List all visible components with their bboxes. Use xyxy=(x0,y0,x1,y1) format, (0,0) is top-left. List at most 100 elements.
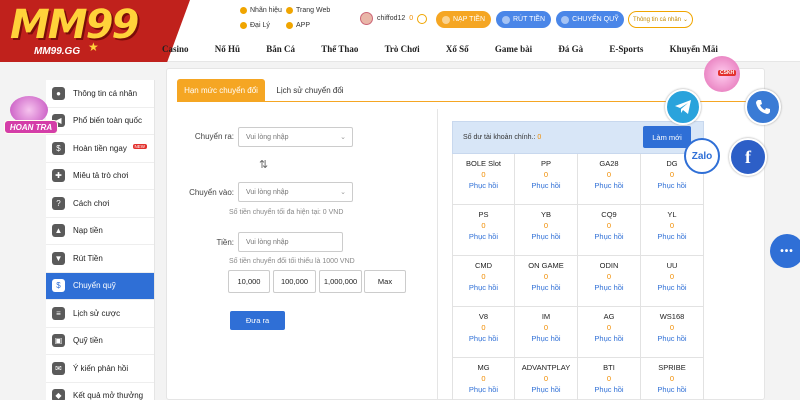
tab-transfer-history[interactable]: Lịch sử chuyển đổi xyxy=(275,79,345,101)
sidebar-item-feedback[interactable]: ✉ Ý kiến phản hồi xyxy=(46,355,154,383)
sidebar-item-howto[interactable]: ? Cách chơi xyxy=(46,190,154,218)
nav-casino[interactable]: Casino xyxy=(160,44,191,60)
deposit-button[interactable]: NẠP TIỀN xyxy=(436,11,491,28)
quick-link-brand[interactable]: Nhãn hiệu xyxy=(240,7,282,14)
recover-link[interactable]: Phục hồi xyxy=(469,181,498,190)
sidebar-item-bet-history[interactable]: ≡ Lịch sử cược xyxy=(46,300,154,328)
deposit-icon: ▲ xyxy=(52,224,65,238)
nav-tro-choi[interactable]: Trò Chơi xyxy=(383,44,422,60)
provider-grid: BOLE Slot 0 Phục hồi PP 0 Phục hồi GA28 0 Phục… xyxy=(452,154,704,400)
recover-link[interactable]: Phục hồi xyxy=(594,232,623,241)
provider-cell: V8 0 Phục hồi xyxy=(452,307,515,358)
quick-link-app[interactable]: APP xyxy=(286,22,310,29)
chevron-down-icon: ⌄ xyxy=(340,134,346,141)
from-select[interactable]: Vui lòng nhập ⌄ xyxy=(238,127,353,147)
quick-link-agent[interactable]: Đại Lý xyxy=(240,22,270,29)
quick-link-website[interactable]: Trang Web xyxy=(286,7,330,14)
withdraw-icon xyxy=(501,15,510,24)
main-nav: Casino Nổ Hũ Bắn Cá Thể Thao Trò Chơi Xổ… xyxy=(160,44,720,60)
chevron-down-icon: ⌄ xyxy=(683,17,689,23)
result-icon: ◆ xyxy=(52,389,65,400)
sidebar-item-deposit[interactable]: ▲ Nạp tiền xyxy=(46,218,154,245)
sidebar-item-transfer[interactable]: $ Chuyển quỹ xyxy=(46,272,154,300)
provider-cell: AG 0 Phục hồi xyxy=(578,307,641,358)
history-icon: ≡ xyxy=(52,306,65,320)
recover-link[interactable]: Phục hồi xyxy=(657,334,686,343)
profile-dropdown[interactable]: Thông tin cá nhân ⌄ xyxy=(628,11,693,28)
withdraw-button[interactable]: RÚT TIỀN xyxy=(496,11,551,28)
provider-cell: BOLE Slot 0 Phục hồi xyxy=(452,154,515,205)
recover-link[interactable]: Phục hồi xyxy=(531,385,560,394)
refresh-button[interactable]: Làm mới xyxy=(643,126,691,148)
provider-cell: YL 0 Phục hồi xyxy=(641,205,704,256)
cashback-promo-badge[interactable]: HOAN TRA xyxy=(4,96,58,138)
nav-no-hu[interactable]: Nổ Hũ xyxy=(213,44,242,60)
provider-cell: PS 0 Phục hồi xyxy=(452,205,515,256)
balance-label: Số dư tài khoản chính.: xyxy=(463,134,538,141)
sidebar: ● Thông tin cá nhân ◀ Phổ biến toàn quốc $… xyxy=(46,80,155,400)
sidebar-item-wallet[interactable]: ▣ Quỹ tiền xyxy=(46,328,154,355)
nav-game-bai[interactable]: Game bài xyxy=(493,44,534,60)
avatar[interactable] xyxy=(360,12,373,25)
recover-link[interactable]: Phục hồi xyxy=(594,334,623,343)
provider-cell: CMD 0 Phục hồi xyxy=(452,256,515,307)
sidebar-item-withdraw[interactable]: ▼ Rút Tiền xyxy=(46,245,154,273)
recover-link[interactable]: Phục hồi xyxy=(657,283,686,292)
refresh-icon[interactable] xyxy=(417,13,428,24)
provider-cell: MG 0 Phục hồi xyxy=(452,358,515,400)
facebook-button[interactable]: f xyxy=(729,138,767,176)
sidebar-item-announcement[interactable]: ◀ Phổ biến toàn quốc xyxy=(46,108,154,135)
transfer-button[interactable]: CHUYỂN QUỸ xyxy=(556,11,624,28)
user-info[interactable]: chiffod12 0 xyxy=(360,12,428,25)
provider-cell: ADVANTPLAY 0 Phục hồi xyxy=(515,358,578,400)
nav-esports[interactable]: E-Sports xyxy=(607,44,645,60)
recover-link[interactable]: Phục hồi xyxy=(531,283,560,292)
amount-10000-button[interactable]: 10,000 xyxy=(228,270,270,293)
recover-link[interactable]: Phục hồi xyxy=(657,181,686,190)
nav-ban-ca[interactable]: Bắn Cá xyxy=(264,44,297,60)
recover-link[interactable]: Phục hồi xyxy=(531,181,560,190)
crown-icon xyxy=(240,7,247,14)
provider-cell: PP 0 Phục hồi xyxy=(515,154,578,205)
submit-button[interactable]: Đưa ra xyxy=(230,311,285,330)
provider-cell: YB 0 Phục hồi xyxy=(515,205,578,256)
zalo-button[interactable]: Zalo xyxy=(684,138,720,174)
help-icon: ? xyxy=(52,196,65,210)
sidebar-item-game-desc[interactable]: ✚ Miêu tả trò chơi xyxy=(46,163,154,190)
recover-link[interactable]: Phục hồi xyxy=(594,181,623,190)
star-icon: ★ xyxy=(88,40,99,54)
amount-100000-button[interactable]: 100,000 xyxy=(273,270,316,293)
swap-icon[interactable]: ⇅ xyxy=(259,158,268,171)
recover-link[interactable]: Phục hồi xyxy=(469,232,498,241)
from-label: Chuyển ra: xyxy=(194,132,234,141)
customer-support-button[interactable]: CSKH xyxy=(704,56,740,92)
chat-button[interactable]: ••• xyxy=(770,234,800,268)
sidebar-item-cashback[interactable]: $ Hoàn tiền ngay NEW xyxy=(46,135,154,163)
to-select[interactable]: Vui lòng nhập ⌄ xyxy=(238,182,353,202)
recover-link[interactable]: Phục hồi xyxy=(469,334,498,343)
home-icon xyxy=(286,7,293,14)
recover-link[interactable]: Phục hồi xyxy=(469,385,498,394)
nav-the-thao[interactable]: Thể Thao xyxy=(319,44,360,60)
amount-1000000-button[interactable]: 1,000,000 xyxy=(319,270,362,293)
phone-button[interactable] xyxy=(745,89,781,125)
nav-da-ga[interactable]: Đá Gà xyxy=(556,44,585,60)
tab-transfer-limit[interactable]: Hạn mức chuyển đổi xyxy=(177,79,265,101)
recover-link[interactable]: Phục hồi xyxy=(594,283,623,292)
sidebar-item-results[interactable]: ◆ Kết quả mở thưởng xyxy=(46,383,154,400)
brand-logo[interactable]: MM99 xyxy=(10,2,139,48)
min-transfer-hint: Số tiền chuyển đổi tối thiểu là 1000 VND xyxy=(229,258,355,265)
recover-link[interactable]: Phục hồi xyxy=(531,232,560,241)
telegram-button[interactable] xyxy=(665,89,701,125)
sidebar-item-profile[interactable]: ● Thông tin cá nhân xyxy=(46,80,154,108)
nav-xo-so[interactable]: Xổ Số xyxy=(444,44,471,60)
recover-link[interactable]: Phục hồi xyxy=(531,334,560,343)
recover-link[interactable]: Phục hồi xyxy=(657,232,686,241)
recover-link[interactable]: Phục hồi xyxy=(594,385,623,394)
amount-max-button[interactable]: Max xyxy=(364,270,406,293)
recover-link[interactable]: Phục hồi xyxy=(469,283,498,292)
recover-link[interactable]: Phục hồi xyxy=(657,385,686,394)
provider-cell: BTI 0 Phục hồi xyxy=(578,358,641,400)
provider-cell: IM 0 Phục hồi xyxy=(515,307,578,358)
amount-input[interactable]: Vui lòng nhập xyxy=(238,232,343,252)
